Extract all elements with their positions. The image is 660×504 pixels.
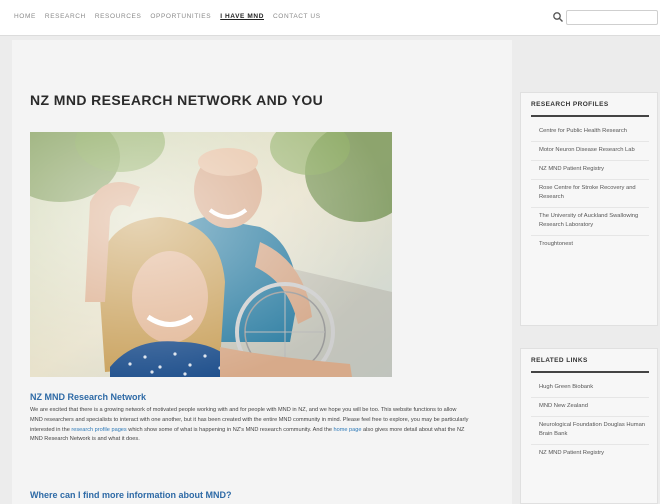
related-links-widget: RELATED LINKS Hugh Green Biobank MND New… — [520, 348, 658, 504]
search-input[interactable] — [566, 10, 658, 25]
nav-i-have-mnd[interactable]: I HAVE MND — [220, 13, 264, 20]
profile-link[interactable]: Rose Centre for Stroke Recovery and Rese… — [531, 180, 649, 208]
widget-title-research-profiles: RESEARCH PROFILES — [531, 101, 609, 108]
related-link[interactable]: Neurological Foundation Douglas Human Br… — [531, 417, 649, 445]
widget-divider — [531, 115, 649, 117]
profile-link[interactable]: NZ MND Patient Registry — [531, 161, 649, 180]
section-heading-more-info: Where can I find more information about … — [30, 490, 232, 500]
nav-resources[interactable]: RESOURCES — [95, 13, 142, 20]
widget-divider — [531, 371, 649, 373]
related-link[interactable]: NZ MND Patient Registry — [531, 445, 649, 463]
nav-home[interactable]: HOME — [14, 13, 36, 20]
home-page-link[interactable]: home page — [334, 427, 362, 433]
nav-opportunities[interactable]: OPPORTUNITIES — [150, 13, 211, 20]
nav-contact-us[interactable]: CONTACT US — [273, 13, 321, 20]
profile-link[interactable]: Troughtonest — [531, 236, 649, 254]
related-link[interactable]: MND New Zealand — [531, 398, 649, 417]
related-link[interactable]: Hugh Green Biobank — [531, 379, 649, 398]
search-icon[interactable] — [552, 11, 564, 23]
hero-image — [30, 132, 392, 377]
profile-link[interactable]: Motor Neuron Disease Research Lab — [531, 142, 649, 161]
section-heading-network: NZ MND Research Network — [30, 392, 147, 402]
research-profile-pages-link[interactable]: research profile pages — [71, 427, 126, 433]
profile-link[interactable]: The University of Auckland Swallowing Re… — [531, 208, 649, 236]
nav-research[interactable]: RESEARCH — [45, 13, 86, 20]
page-title: NZ MND RESEARCH NETWORK AND YOU — [30, 92, 324, 108]
profile-link[interactable]: Centre for Public Health Research — [531, 123, 649, 142]
intro-text-2: which show some of what is happening in … — [126, 426, 334, 433]
main-menu: HOME RESEARCH RESOURCES OPPORTUNITIES I … — [14, 13, 330, 20]
intro-paragraph: We are excited that there is a growing n… — [30, 406, 470, 445]
research-profiles-widget: RESEARCH PROFILES Centre for Public Heal… — [520, 92, 658, 326]
top-navigation: HOME RESEARCH RESOURCES OPPORTUNITIES I … — [0, 0, 660, 36]
widget-title-related-links: RELATED LINKS — [531, 357, 588, 364]
